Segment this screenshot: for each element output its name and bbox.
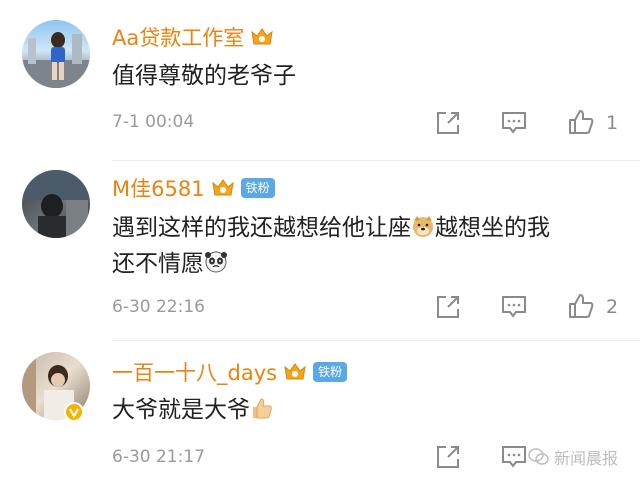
comment-text: 遇到这样的我还越想给他让座 越想坐的我 还不情愿 [112, 210, 622, 282]
comment-text-part2: 越想坐的我 [435, 215, 550, 241]
comment-icon[interactable] [500, 110, 528, 136]
crown-icon [211, 179, 234, 196]
timestamp: 6-30 21:17 [112, 447, 205, 467]
panda-emoji [205, 251, 227, 273]
verified-icon [64, 402, 84, 422]
avatar[interactable] [22, 170, 90, 238]
like-count: 2 [606, 296, 619, 318]
share-icon[interactable] [434, 110, 462, 136]
like-icon[interactable] [567, 293, 595, 319]
comment-text: 大爷就是大爷 [112, 392, 622, 428]
crown-icon [284, 363, 306, 380]
watermark: 新闻晨报 [528, 445, 618, 469]
comment-text-main: 大爷就是大爷 [112, 397, 250, 423]
username[interactable]: 一百一十八_days 铁粉 [112, 357, 348, 387]
divider [112, 340, 640, 341]
timestamp: 7-1 00:04 [112, 112, 195, 132]
avatar-image [22, 32, 90, 88]
divider [112, 160, 640, 161]
like-count: 1 [606, 112, 619, 134]
username-text[interactable]: Aa贷款工作室 [112, 22, 244, 52]
share-icon[interactable] [434, 294, 462, 320]
timestamp: 6-30 22:16 [112, 297, 205, 317]
comment-icon[interactable] [500, 444, 528, 470]
doge-emoji [413, 216, 433, 237]
username-text[interactable]: M佳6581 [112, 173, 205, 203]
username-text[interactable]: 一百一十八_days [112, 357, 277, 387]
fan-badge: 铁粉 [240, 178, 275, 198]
comment-text: 值得尊敬的老爷子 [112, 63, 296, 89]
username[interactable]: M佳6581 铁粉 [112, 173, 275, 203]
comment-text-part1: 遇到这样的我还越想给他让座 [112, 215, 411, 241]
like-icon[interactable] [567, 109, 595, 135]
share-icon[interactable] [434, 444, 462, 470]
watermark-text: 新闻晨报 [554, 449, 619, 468]
comment-text-line2: 还不情愿 [112, 251, 204, 277]
wechat-icon [528, 448, 549, 465]
thumbs-up-emoji [253, 398, 272, 419]
avatar-image [22, 170, 90, 238]
fan-badge: 铁粉 [313, 362, 348, 382]
crown-icon [251, 28, 273, 45]
username[interactable]: Aa贷款工作室 [112, 22, 274, 52]
comment-icon[interactable] [500, 294, 528, 320]
avatar[interactable] [22, 20, 90, 88]
